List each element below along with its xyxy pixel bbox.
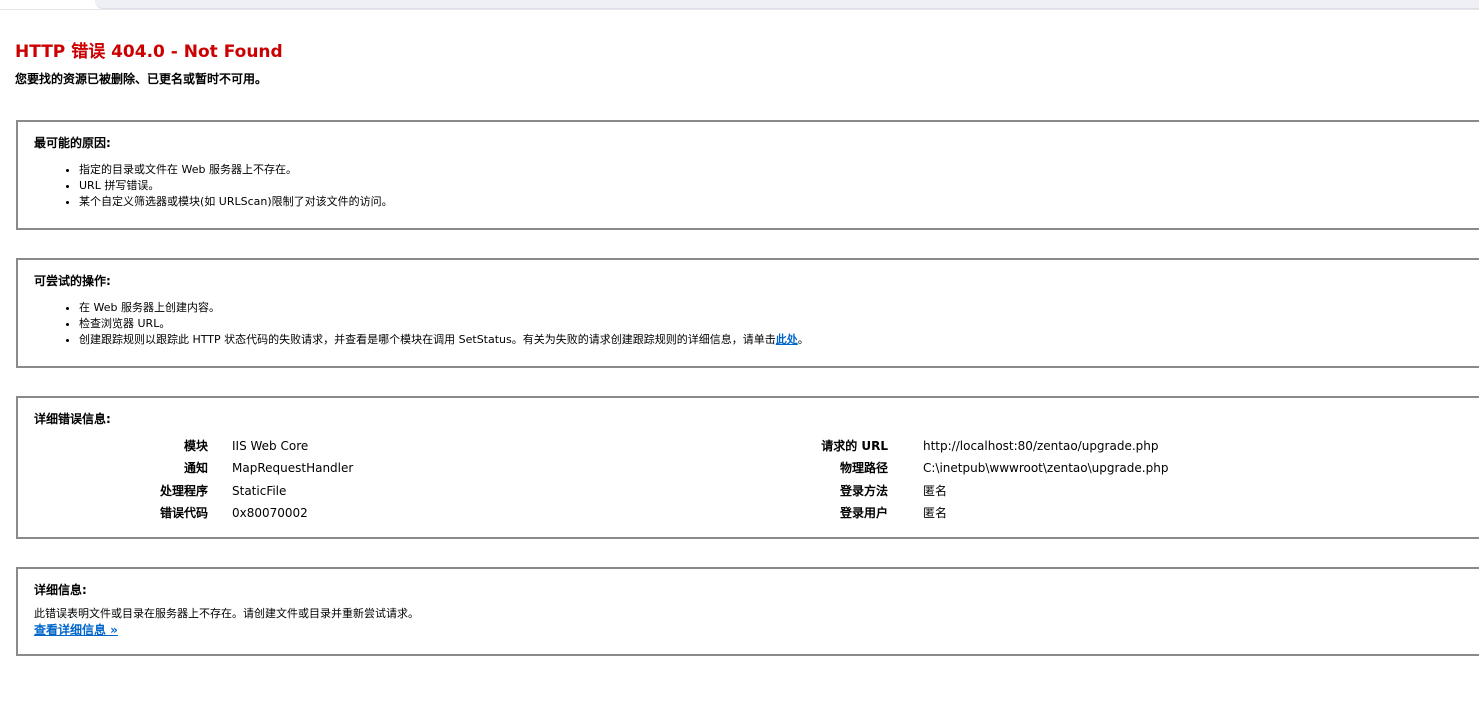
detail-value: 0x80070002: [232, 506, 308, 520]
list-item: 创建跟踪规则以跟踪此 HTTP 状态代码的失败请求，并查看是哪个模块在调用 Se…: [79, 332, 809, 348]
causes-list: 指定的目录或文件在 Web 服务器上不存在。 URL 拼写错误。 某个自定义筛选…: [64, 162, 393, 210]
page-title: HTTP 错误 404.0 - Not Found: [15, 42, 283, 62]
detail-value: StaticFile: [232, 484, 287, 498]
list-item: 指定的目录或文件在 Web 服务器上不存在。: [79, 162, 393, 178]
detail-value: 匿名: [923, 484, 948, 498]
list-item: URL 拼写错误。: [79, 178, 393, 194]
browser-top-bar: [95, 0, 1479, 9]
detail-value: C:\inetpub\wwwroot\zentao\upgrade.php: [923, 461, 1169, 475]
details-heading: 详细错误信息:: [34, 412, 111, 426]
view-more-link[interactable]: 查看详细信息 »: [34, 621, 118, 638]
detail-label: 模块: [183, 439, 208, 453]
causes-section: 最可能的原因: 指定的目录或文件在 Web 服务器上不存在。 URL 拼写错误。…: [16, 120, 1479, 230]
list-item: 某个自定义筛选器或模块(如 URLScan)限制了对该文件的访问。: [79, 194, 393, 210]
detail-value: http://localhost:80/zentao/upgrade.php: [923, 439, 1159, 453]
actions-list: 在 Web 服务器上创建内容。 检查浏览器 URL。 创建跟踪规则以跟踪此 HT…: [64, 300, 809, 348]
list-item-text: 创建跟踪规则以跟踪此 HTTP 状态代码的失败请求，并查看是哪个模块在调用 Se…: [79, 333, 776, 346]
actions-heading: 可尝试的操作:: [34, 274, 111, 288]
page-subtitle: 您要找的资源已被删除、已更名或暂时不可用。: [15, 72, 268, 86]
here-link[interactable]: 此处: [776, 333, 798, 346]
detail-label: 错误代码: [159, 506, 208, 520]
more-heading: 详细信息:: [34, 583, 87, 597]
divider: [0, 9, 1479, 10]
list-item: 检查浏览器 URL。: [79, 316, 809, 332]
list-item: 在 Web 服务器上创建内容。: [79, 300, 809, 316]
causes-heading: 最可能的原因:: [34, 136, 111, 150]
detail-label: 处理程序: [159, 484, 208, 498]
detail-label: 登录用户: [839, 506, 888, 520]
detail-label: 登录方法: [839, 484, 888, 498]
detail-label: 物理路径: [839, 461, 888, 475]
detail-value: 匿名: [923, 506, 948, 520]
more-info-section: 详细信息: 此错误表明文件或目录在服务器上不存在。请创建文件或目录并重新尝试请求…: [16, 567, 1479, 656]
error-details-section: 详细错误信息: 模块 IIS Web Core 通知 MapRequestHandl…: [16, 396, 1479, 539]
actions-section: 可尝试的操作: 在 Web 服务器上创建内容。 检查浏览器 URL。 创建跟踪规…: [16, 258, 1479, 368]
detail-value: MapRequestHandler: [232, 461, 354, 475]
link-suffix: 。: [797, 333, 809, 346]
detail-label: 请求的 URL: [821, 439, 888, 453]
detail-value: IIS Web Core: [232, 439, 309, 453]
detail-label: 通知: [183, 461, 208, 475]
more-text: 此错误表明文件或目录在服务器上不存在。请创建文件或目录并重新尝试请求。: [34, 607, 419, 620]
